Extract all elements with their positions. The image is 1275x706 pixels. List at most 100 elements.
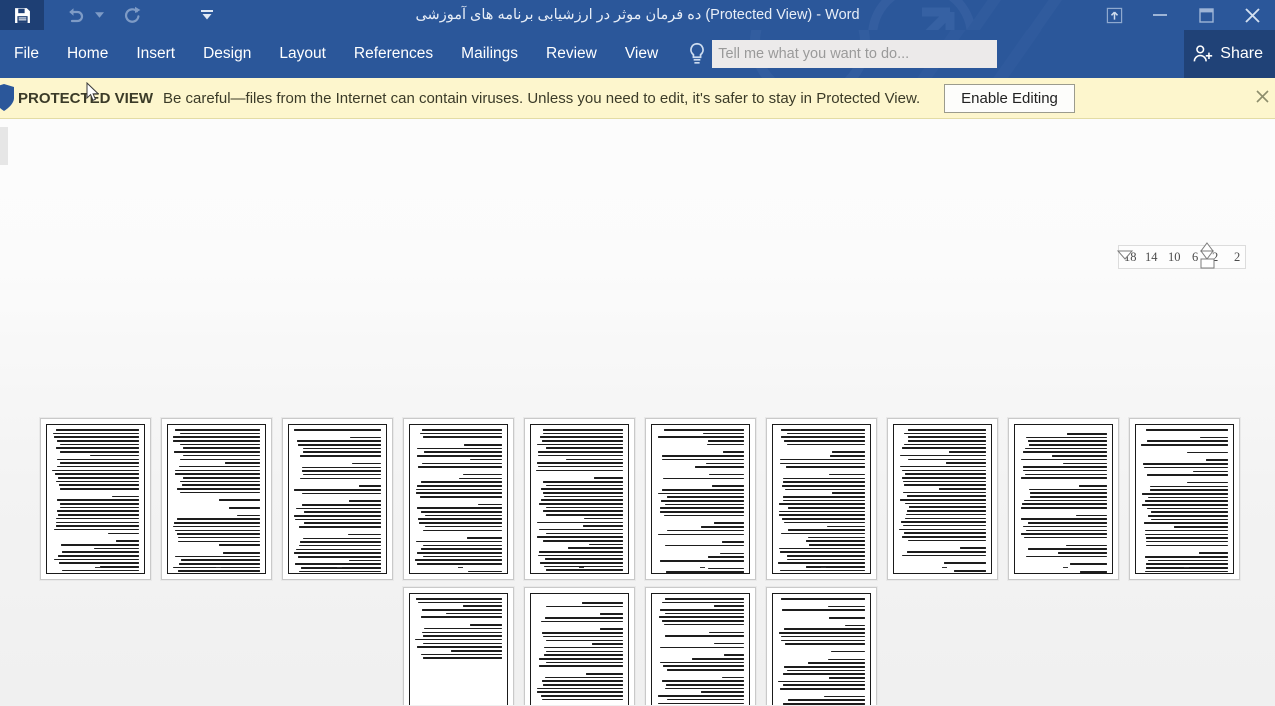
tab-references[interactable]: References: [340, 30, 447, 78]
text-line: [181, 559, 260, 561]
close-button[interactable]: [1229, 0, 1275, 30]
page-thumbnail[interactable]: [645, 418, 756, 580]
customize-quick-access-toolbar-button[interactable]: [192, 0, 222, 30]
text-line: [57, 499, 139, 501]
text-line: [899, 528, 986, 531]
text-line: [421, 548, 502, 550]
window-controls[interactable]: [1091, 0, 1275, 30]
ruler-indent-markers[interactable]: [1100, 241, 1260, 277]
page-thumbnail[interactable]: [403, 587, 514, 705]
text-line: [300, 567, 381, 569]
page-thumbnail[interactable]: [524, 418, 635, 580]
redo-button[interactable]: [118, 0, 148, 30]
page-thumbnail[interactable]: [403, 418, 514, 580]
undo-dropdown-button[interactable]: [90, 0, 108, 30]
tab-mailings[interactable]: Mailings: [447, 30, 532, 78]
text-line: [544, 558, 623, 560]
text-line: [53, 432, 139, 435]
text-line: [545, 506, 623, 509]
share-button[interactable]: Share: [1184, 30, 1275, 78]
text-line: [903, 432, 986, 435]
quick-access-toolbar[interactable]: [0, 0, 222, 30]
text-line: [174, 555, 260, 558]
text-line: [1143, 466, 1228, 469]
page-thumbnail[interactable]: [1129, 418, 1240, 580]
tab-home[interactable]: Home: [53, 30, 122, 78]
text-line: [567, 547, 623, 549]
text-line: [178, 563, 260, 565]
restore-button[interactable]: [1183, 0, 1229, 30]
text-line: [720, 552, 744, 555]
page-thumbnail[interactable]: [524, 587, 635, 705]
page-thumbnail[interactable]: [1008, 418, 1119, 580]
text-line: [582, 602, 623, 604]
text-line: [546, 447, 623, 450]
text-line: [421, 631, 502, 634]
page-thumbnail[interactable]: [282, 418, 393, 580]
text-line: [708, 631, 744, 634]
text-line: [781, 436, 865, 438]
page-thumbnail[interactable]: [40, 418, 151, 580]
text-line: [830, 455, 865, 457]
text-line: [783, 673, 865, 675]
text-line: [902, 480, 986, 483]
tab-review[interactable]: Review: [532, 30, 611, 78]
protected-view-close-button[interactable]: [1255, 89, 1273, 107]
text-line: [657, 533, 744, 536]
tell-me-container[interactable]: [686, 40, 998, 68]
ribbon-display-options-button[interactable]: [1091, 0, 1137, 30]
text-line: [1024, 536, 1107, 539]
tab-file[interactable]: File: [0, 30, 53, 78]
minimize-button[interactable]: [1137, 0, 1183, 30]
text-line: [54, 558, 139, 561]
text-line: [723, 654, 744, 656]
enable-editing-button[interactable]: Enable Editing: [944, 83, 1075, 113]
text-line: [657, 702, 744, 705]
tab-insert[interactable]: Insert: [122, 30, 189, 78]
tab-view[interactable]: View: [611, 30, 672, 78]
tab-layout[interactable]: Layout: [265, 30, 340, 78]
title-bar-watermark: [840, 0, 1112, 30]
vertical-scrollbar-stub[interactable]: [0, 127, 8, 165]
tell-me-input[interactable]: [712, 40, 998, 68]
text-line: [901, 535, 986, 538]
arrow-watermark-icon: [922, 7, 955, 30]
page-content: [46, 424, 145, 574]
page-content: [530, 424, 629, 574]
save-icon-glyph: [14, 7, 30, 23]
text-line: [541, 620, 623, 623]
page-thumbnail[interactable]: [645, 587, 756, 705]
text-line: [662, 680, 744, 682]
page-thumbnail[interactable]: [766, 418, 877, 580]
shield-icon: [0, 78, 18, 119]
text-line: [294, 515, 381, 517]
text-line: [420, 496, 502, 498]
share-person-icon: [1193, 45, 1213, 62]
page-thumbnail[interactable]: [161, 418, 272, 580]
text-line: [415, 638, 502, 641]
text-line: [906, 551, 986, 553]
text-line: [779, 510, 865, 513]
tab-design[interactable]: Design: [189, 30, 265, 78]
text-line: [347, 533, 381, 536]
text-line: [806, 566, 865, 568]
text-line: [536, 462, 623, 464]
text-line: [907, 440, 986, 442]
page-thumbnail[interactable]: [887, 418, 998, 580]
text-line: [1141, 444, 1228, 446]
text-line: [425, 525, 502, 528]
text-line: [417, 646, 502, 648]
undo-button[interactable]: [60, 0, 90, 30]
save-icon[interactable]: [0, 0, 44, 30]
text-line: [902, 469, 986, 472]
text-line: [56, 510, 139, 513]
text-line: [714, 605, 744, 607]
text-line: [1079, 571, 1107, 573]
text-line: [788, 699, 865, 702]
text-line: [658, 436, 744, 438]
text-line: [831, 492, 865, 494]
text-line: [173, 451, 260, 453]
page-thumbnail[interactable]: [766, 587, 877, 705]
text-line: [540, 562, 623, 564]
